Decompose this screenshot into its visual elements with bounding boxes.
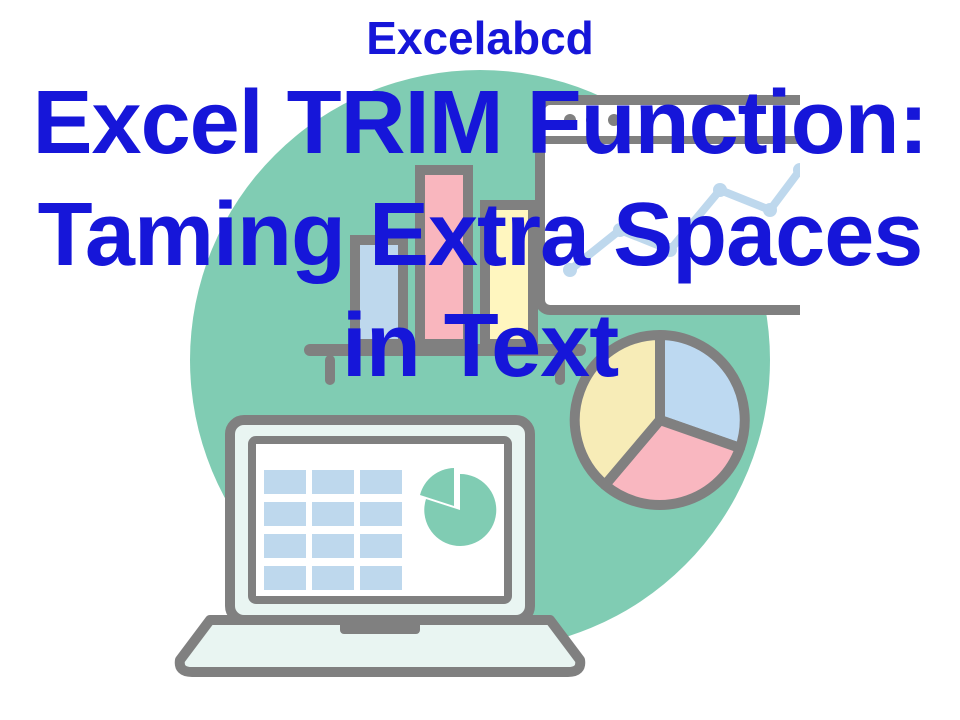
page-title: Excel TRIM Function: Taming Extra Spaces… [0,68,960,403]
brand-name: Excelabcd [366,14,594,62]
text-overlay: Excelabcd Excel TRIM Function: Taming Ex… [0,0,960,720]
